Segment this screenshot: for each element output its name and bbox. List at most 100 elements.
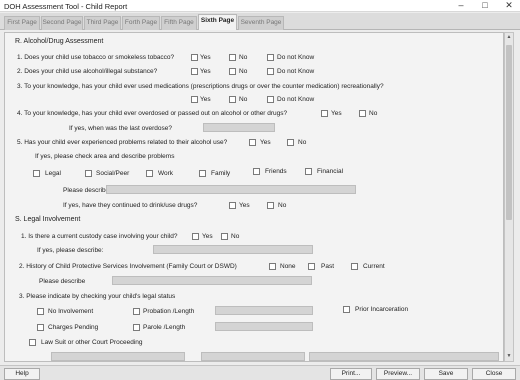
charges-pending-label: Charges Pending — [48, 324, 99, 331]
cps-description-field[interactable] — [112, 276, 312, 285]
print-button[interactable]: Print... — [330, 368, 372, 380]
scroll-thumb[interactable] — [506, 45, 512, 220]
tab-bar: First Page Second Page Third Page Forth … — [0, 13, 520, 30]
problems-description-field[interactable] — [106, 185, 356, 194]
area-family-checkbox[interactable] — [199, 170, 206, 177]
area-friends-checkbox[interactable] — [253, 168, 260, 175]
cps-past-checkbox[interactable] — [308, 263, 315, 270]
no-label: No — [278, 202, 287, 209]
yes-label: Yes — [200, 96, 211, 103]
continued-label: If yes, have they continued to drink/use… — [63, 202, 198, 209]
cps-none-checkbox[interactable] — [269, 263, 276, 270]
window-title: DOH Assessment Tool - Child Report — [4, 2, 128, 11]
no-label: No — [231, 233, 240, 240]
area-legal-checkbox[interactable] — [33, 170, 40, 177]
s-q1-yes-checkbox[interactable] — [192, 233, 199, 240]
r-q4-no-checkbox[interactable] — [359, 110, 366, 117]
no-label: No — [239, 96, 248, 103]
r-q4-followup-label: If yes, when was the last overdose? — [69, 125, 172, 132]
yes-label: Yes — [331, 110, 342, 117]
vertical-scrollbar[interactable]: ▲ ▼ — [504, 32, 514, 362]
tab-second-page[interactable]: Second Page — [41, 16, 83, 30]
tab-sixth-page[interactable]: Sixth Page — [198, 14, 237, 30]
area-work-label: Work — [158, 170, 174, 177]
area-work-checkbox[interactable] — [146, 170, 153, 177]
describe-label: Please describe: — [63, 187, 112, 194]
parole-checkbox[interactable] — [133, 324, 140, 331]
probation-checkbox[interactable] — [133, 308, 140, 315]
scroll-down-arrow-icon[interactable]: ▼ — [505, 352, 513, 361]
section-r-heading: R. Alcohol/Drug Assessment — [15, 38, 104, 45]
tab-seventh-page[interactable]: Seventh Page — [238, 16, 284, 30]
no-involvement-checkbox[interactable] — [37, 308, 44, 315]
dont-know-label: Do not Know — [277, 68, 315, 75]
charges-pending-checkbox[interactable] — [37, 324, 44, 331]
r-q3-dont-know-checkbox[interactable] — [267, 96, 274, 103]
area-friends-label: Friends — [265, 168, 287, 175]
tab-third-page[interactable]: Third Page — [84, 16, 121, 30]
parole-label: Parole /Length — [143, 324, 186, 331]
maximize-button[interactable]: □ — [474, 0, 496, 12]
probation-length-field[interactable] — [215, 306, 313, 315]
preview-button[interactable]: Preview... — [376, 368, 420, 380]
no-label: No — [239, 54, 248, 61]
r-q2-no-checkbox[interactable] — [229, 68, 236, 75]
cps-current-checkbox[interactable] — [351, 263, 358, 270]
lawsuit-checkbox[interactable] — [29, 339, 36, 346]
yes-label: Yes — [202, 233, 213, 240]
yes-label: Yes — [260, 139, 271, 146]
yes-label: Yes — [200, 68, 211, 75]
tab-first-page[interactable]: First Page — [4, 16, 40, 30]
r-q1-dont-know-checkbox[interactable] — [267, 54, 274, 61]
area-legal-label: Legal — [45, 170, 61, 177]
r-q5-followup-label: If yes, please check area and describe p… — [35, 153, 175, 160]
r-q4-yes-checkbox[interactable] — [321, 110, 328, 117]
bottom-toolbar: Help Print... Preview... Save Close — [0, 365, 520, 380]
area-social-peer-label: Social/Peer — [96, 170, 130, 177]
r-q2-dont-know-checkbox[interactable] — [267, 68, 274, 75]
lawsuit-detail-field[interactable] — [51, 352, 185, 361]
probation-label: Probation /Length — [143, 308, 195, 315]
area-social-peer-checkbox[interactable] — [85, 170, 92, 177]
custody-description-field[interactable] — [153, 245, 313, 254]
r-q5-yes-checkbox[interactable] — [249, 139, 256, 146]
lawsuit-detail-field-3[interactable] — [309, 352, 499, 361]
r-q5-no-checkbox[interactable] — [287, 139, 294, 146]
continued-yes-checkbox[interactable] — [229, 202, 236, 209]
close-window-button[interactable]: ✕ — [498, 0, 520, 12]
save-button[interactable]: Save — [424, 368, 468, 380]
help-button[interactable]: Help — [4, 368, 40, 380]
r-q1-label: 1. Does your child use tobacco or smokel… — [17, 54, 175, 61]
area-financial-checkbox[interactable] — [305, 168, 312, 175]
s-q1-no-checkbox[interactable] — [221, 233, 228, 240]
scroll-up-arrow-icon[interactable]: ▲ — [505, 33, 513, 42]
r-q3-no-checkbox[interactable] — [229, 96, 236, 103]
r-q2-label: 2. Does your child use alcohol/illegal s… — [17, 68, 158, 75]
form-panel: R. Alcohol/Drug Assessment 1. Does your … — [4, 32, 504, 362]
tab-fifth-page[interactable]: Fifth Page — [161, 16, 197, 30]
minimize-button[interactable]: – — [450, 0, 472, 12]
prior-incarceration-checkbox[interactable] — [343, 306, 350, 313]
close-button[interactable]: Close — [472, 368, 516, 380]
r-q4-label: 4. To your knowledge, has your child eve… — [17, 110, 288, 117]
area-financial-label: Financial — [317, 168, 344, 175]
current-label: Current — [363, 263, 385, 270]
last-overdose-field[interactable] — [203, 123, 275, 132]
s-q2-describe-label: Please describe — [39, 278, 86, 285]
area-family-label: Family — [211, 170, 231, 177]
dont-know-label: Do not Know — [277, 54, 315, 61]
lawsuit-detail-field-2[interactable] — [201, 352, 305, 361]
s-q1-label: 1. Is there a current custody case invol… — [21, 233, 178, 240]
r-q1-yes-checkbox[interactable] — [191, 54, 198, 61]
none-label: None — [280, 263, 296, 270]
tab-forth-page[interactable]: Forth Page — [122, 16, 160, 30]
s-q3-label: 3. Please indicate by checking your chil… — [19, 293, 176, 300]
prior-incarceration-label: Prior Incarceration — [355, 306, 409, 313]
r-q5-label: 5. Has your child ever experienced probl… — [17, 139, 228, 146]
continued-no-checkbox[interactable] — [267, 202, 274, 209]
r-q3-yes-checkbox[interactable] — [191, 96, 198, 103]
past-label: Past — [321, 263, 335, 270]
r-q2-yes-checkbox[interactable] — [191, 68, 198, 75]
r-q1-no-checkbox[interactable] — [229, 54, 236, 61]
parole-length-field[interactable] — [215, 322, 313, 331]
